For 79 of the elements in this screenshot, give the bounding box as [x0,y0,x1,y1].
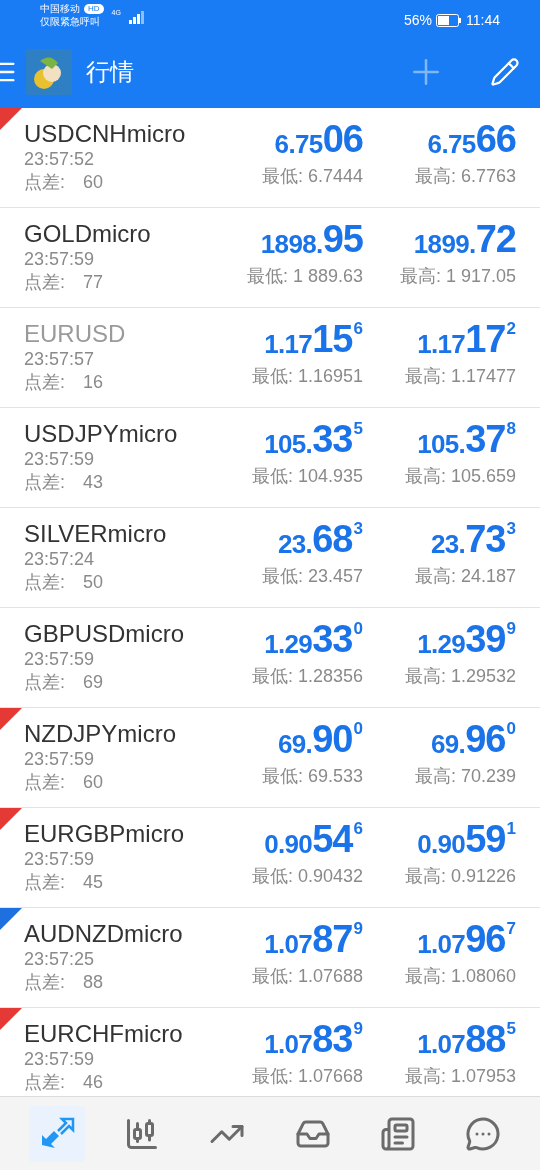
spread-label: 点差: [24,371,65,394]
symbol-name: SILVERmicro [24,520,167,548]
spread-label: 点差: [24,471,65,494]
price: 6.7506 [274,120,363,158]
low-price: 最低: 104.935 [251,465,363,488]
quote-time: 23:57:52 [24,148,96,170]
price: 1898.95 [260,220,363,258]
quote-time: 23:57:59 [24,1048,96,1070]
symbol-name: GOLDmicro [24,220,151,248]
quote-time: 23:57:59 [24,648,96,670]
newspaper-icon [379,1115,416,1152]
battery-icon [436,14,462,27]
symbol-name: USDCNHmicro [24,120,186,148]
high-price: 最高: 1.08060 [404,965,516,988]
clock-text: 11:44 [466,11,500,30]
battery-text: 56% [403,11,432,30]
quote-time: 23:57:57 [24,348,96,370]
spread-value: 50 [83,571,104,594]
high-price: 最高: 1.29532 [404,665,516,688]
symbol-name: USDJPYmicro [24,420,178,448]
high-price: 最高: 6.7763 [414,165,516,188]
quote-row[interactable]: USDCNHmicro 23:57:52 点差: 60 6.7506 最低: 6.7444 6.7566 最高: 6.7763 [0,108,540,208]
symbol-name: GBPUSDmicro [24,620,185,648]
low-price: 最低: 6.7444 [261,165,363,188]
spread-value: 69 [83,671,104,694]
symbol-name: AUDNZDmicro [24,920,183,948]
low-price: 最低: 23.457 [261,565,363,588]
low-price: 最低: 1.16951 [251,365,363,388]
price: 1899.72 [413,220,516,258]
spread-label: 点差: [24,1071,65,1094]
app-logo-icon [26,49,72,95]
spread-label: 点差: [24,571,65,594]
spread-label: 点差: [24,771,65,794]
symbol-name: EURCHFmicro [24,1020,183,1048]
spread-label: 点差: [24,971,65,994]
spread-value: 60 [83,171,104,194]
low-price: 最低: 0.90432 [251,865,363,888]
quote-row[interactable]: GOLDmicro 23:57:59 点差: 77 1898.95 最低: 1 889.63 1899.72 最高: 1 917.05 [0,208,540,308]
low-price: 最低: 1 889.63 [246,265,363,288]
notice-text: 仅限紧急呼叫 [40,15,101,28]
edit-button[interactable] [490,57,520,87]
spread-value: 77 [83,271,104,294]
high-price: 最高: 1.07953 [404,1065,516,1088]
symbol-name: EURUSD [24,320,126,348]
quote-time: 23:57:25 [24,948,96,970]
high-price: 最高: 105.659 [404,465,516,488]
signal-icon [128,10,145,24]
hd-badge: HD [84,3,104,14]
spread-value: 60 [83,771,104,794]
low-price: 最低: 1.28356 [251,665,363,688]
symbol-name: EURGBPmicro [24,820,185,848]
high-price: 最高: 1.17477 [404,365,516,388]
quote-time: 23:57:59 [24,848,96,870]
spread-value: 43 [83,471,104,494]
nav-tab[interactable] [28,1105,85,1162]
spread-value: 88 [83,971,104,994]
spread-label: 点差: [24,271,65,294]
price: 6.7566 [427,120,516,158]
high-price: 最高: 0.91226 [404,865,516,888]
quote-time: 23:57:59 [24,448,96,470]
symbol-name: NZDJPYmicro [24,720,176,748]
spread-value: 46 [83,1071,104,1094]
high-price: 最高: 70.239 [414,765,516,788]
high-price: 最高: 1 917.05 [399,265,516,288]
spread-value: 16 [83,371,104,394]
screen-title: 行情 [86,57,134,87]
spread-label: 点差: [24,671,65,694]
carrier-text: 中国移动 [40,2,80,15]
quote-time: 23:57:24 [24,548,96,570]
chat-icon [465,1115,502,1152]
spread-label: 点差: [24,871,65,894]
low-price: 最低: 1.07688 [251,965,363,988]
quote-time: 23:57:59 [24,748,96,770]
low-price: 最低: 69.533 [261,765,363,788]
low-price: 最低: 1.07668 [251,1065,363,1088]
spread-value: 45 [83,871,104,894]
high-price: 最高: 24.187 [414,565,516,588]
quote-time: 23:57:59 [24,248,96,270]
spread-label: 点差: [24,171,65,194]
